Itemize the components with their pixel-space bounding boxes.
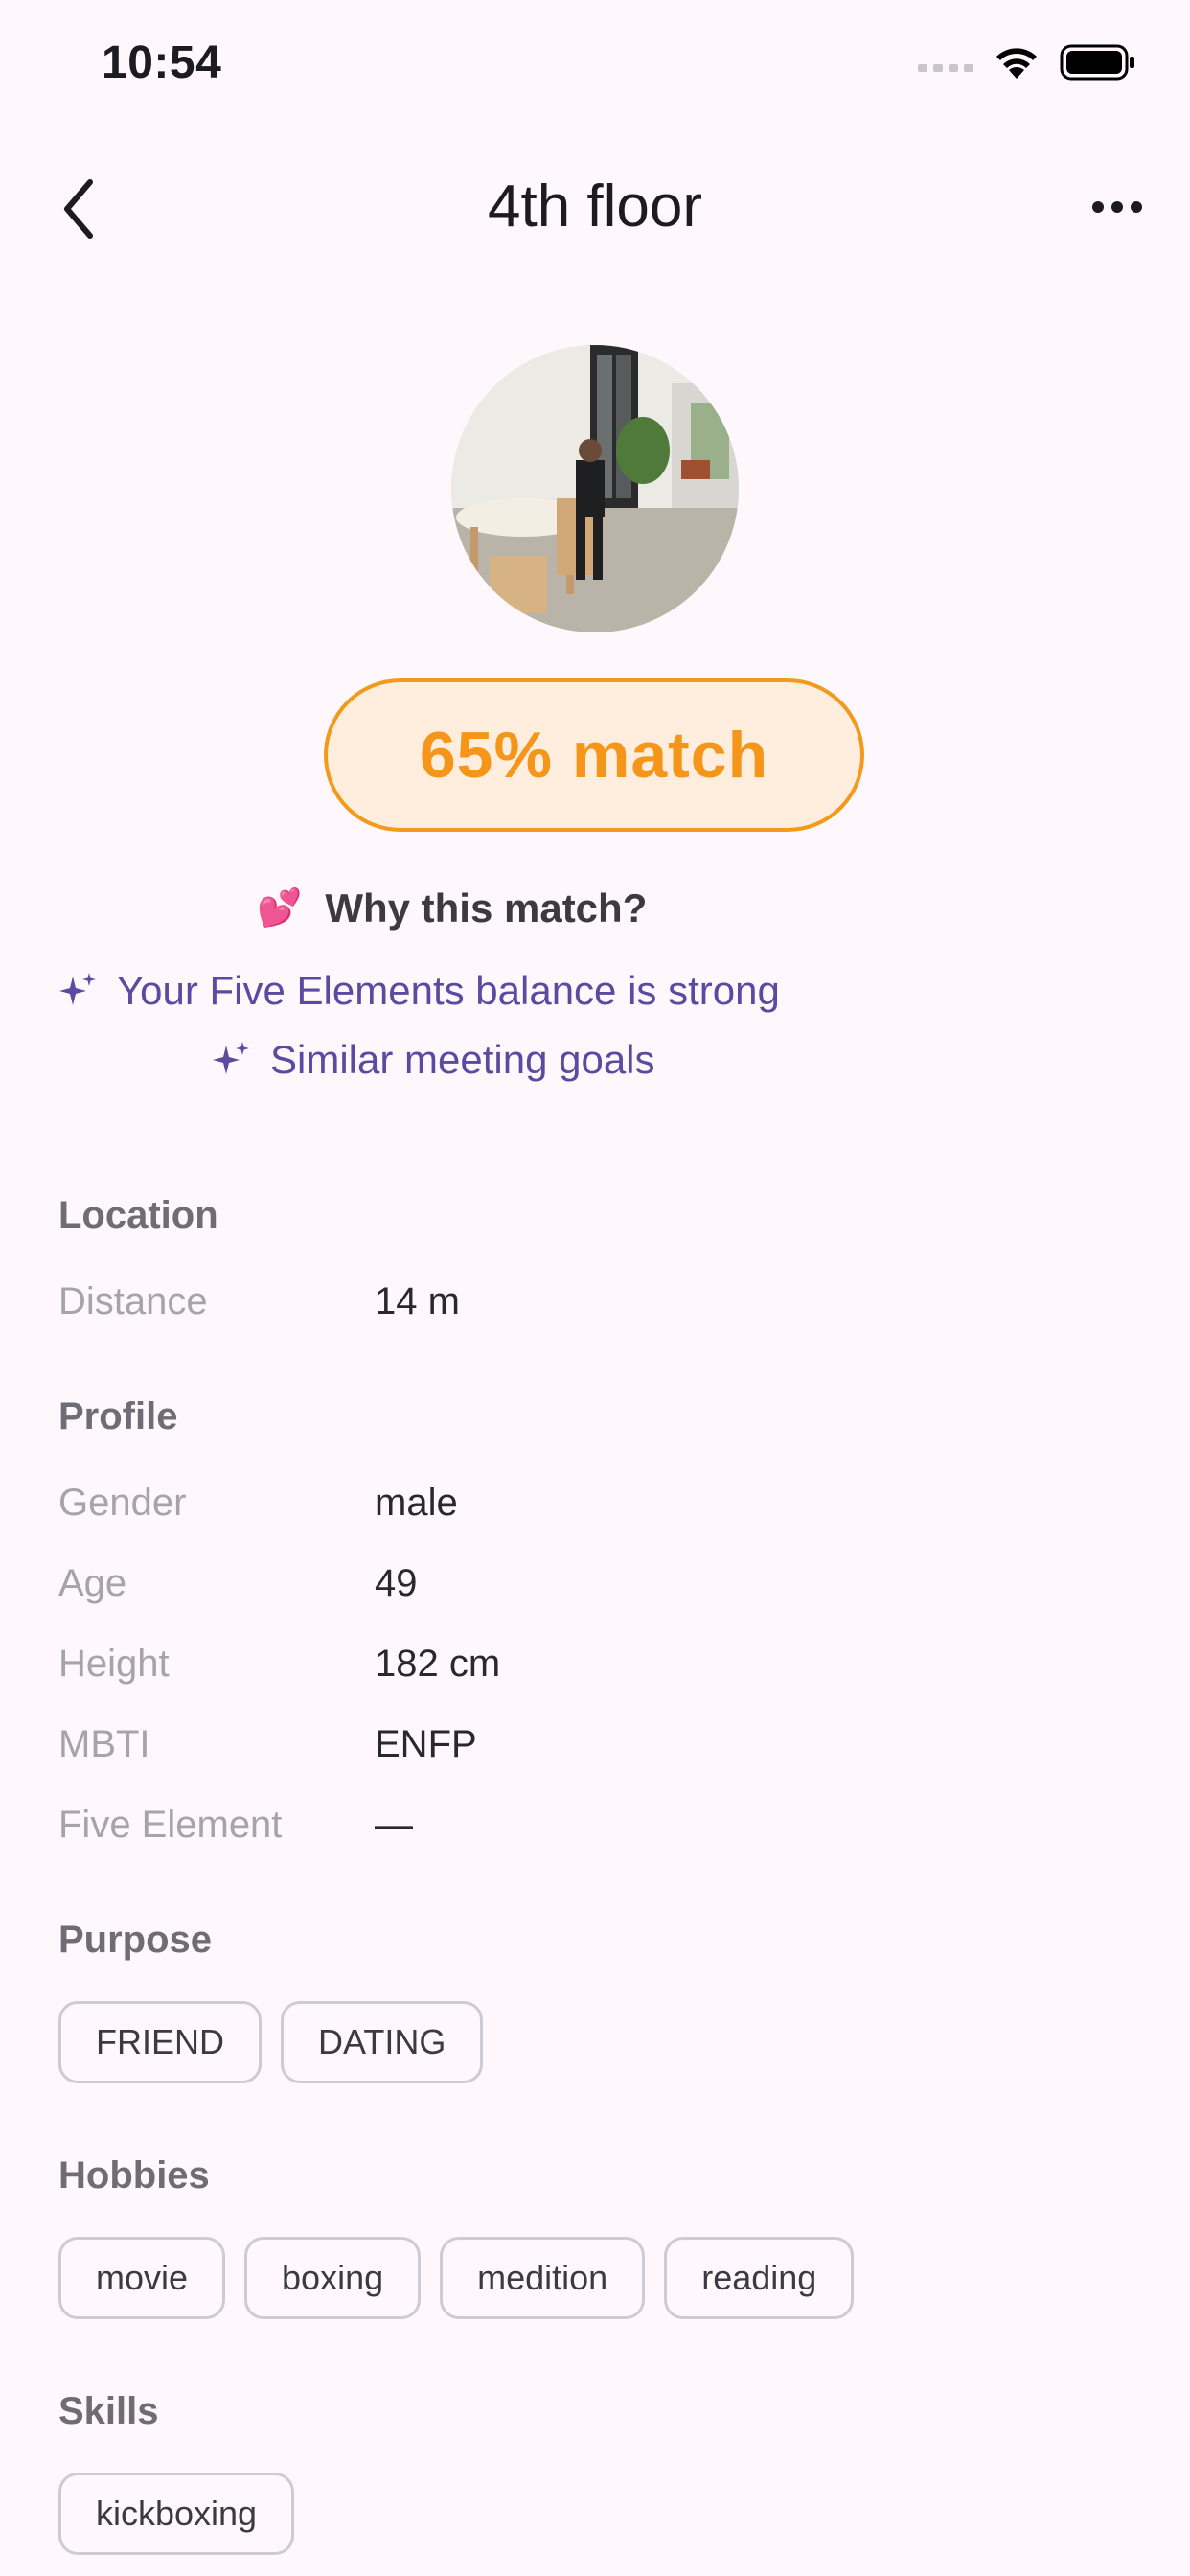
match-badge: 65% match — [324, 678, 864, 832]
hobby-chips: movie boxing medition reading — [58, 2237, 855, 2319]
section-title-profile: Profile — [58, 1395, 178, 1438]
why-match-title: Why this match? — [325, 886, 648, 931]
skill-chips: kickboxing — [58, 2472, 295, 2555]
more-button[interactable] — [1087, 188, 1148, 226]
avatar[interactable] — [451, 345, 739, 632]
purpose-chips: FRIEND DATING — [58, 2001, 484, 2083]
wifi-icon — [996, 48, 1037, 79]
distance-label: Distance — [58, 1280, 208, 1322]
status-time: 10:54 — [102, 37, 222, 88]
match-reason-text: Your Five Elements balance is strong — [117, 968, 780, 1013]
avatar-photo — [451, 345, 739, 632]
mbti-label: MBTI — [58, 1723, 150, 1765]
height-value: 182 cm — [375, 1643, 501, 1685]
section-title-skills: Skills — [58, 2390, 159, 2432]
age-label: Age — [58, 1562, 127, 1604]
age-value: 49 — [375, 1562, 418, 1604]
sparkle-icon — [59, 973, 96, 1005]
match-reason-text: Similar meeting goals — [270, 1037, 655, 1082]
more-horizontal-icon — [1092, 201, 1142, 213]
gender-label: Gender — [58, 1482, 187, 1524]
skill-chip-kickboxing[interactable]: kickboxing — [58, 2472, 295, 2555]
hearts-emoji: 💕 — [257, 888, 303, 929]
battery-icon — [1060, 44, 1134, 80]
hobby-chip-medition[interactable]: medition — [440, 2237, 646, 2319]
section-title-purpose: Purpose — [58, 1919, 213, 1961]
match-reason: Your Five Elements balance is strong — [57, 968, 780, 1014]
match-reason: Similar meeting goals — [211, 1037, 655, 1083]
five-element-label: Five Element — [58, 1804, 283, 1846]
hobby-chip-reading[interactable]: reading — [664, 2237, 855, 2319]
why-match-header: 💕 Why this match? — [257, 886, 647, 932]
height-label: Height — [58, 1643, 170, 1685]
section-title-location: Location — [58, 1194, 218, 1236]
sparkle-icon — [213, 1042, 249, 1074]
purpose-chip-dating[interactable]: DATING — [281, 2001, 484, 2083]
gender-value: male — [375, 1482, 458, 1524]
hobby-chip-movie[interactable]: movie — [58, 2237, 226, 2319]
page-title: 4th floor — [487, 173, 703, 240]
distance-value: 14 m — [375, 1280, 460, 1322]
signal-icon — [918, 64, 973, 72]
five-element-value: — — [375, 1804, 413, 1846]
hobby-chip-boxing[interactable]: boxing — [244, 2237, 422, 2319]
mbti-value: ENFP — [375, 1723, 477, 1765]
status-icons — [918, 44, 1136, 80]
section-title-hobbies: Hobbies — [58, 2154, 210, 2196]
purpose-chip-friend[interactable]: FRIEND — [58, 2001, 262, 2083]
